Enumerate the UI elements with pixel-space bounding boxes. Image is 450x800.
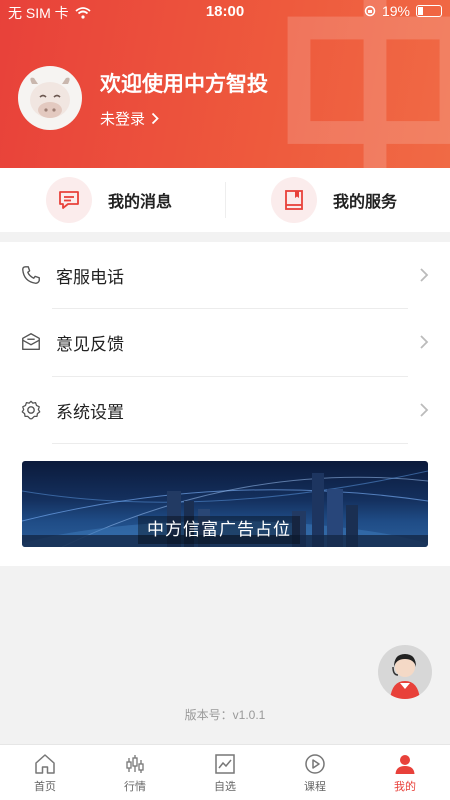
menu-item-feedback[interactable]: 意见反馈	[0, 309, 450, 375]
avatar[interactable]	[18, 66, 82, 130]
bottom-tab-bar: 首页 行情 自选 课程 我的	[0, 744, 450, 800]
message-icon	[46, 177, 92, 223]
tab-watchlist[interactable]: 自选	[180, 745, 270, 800]
my-messages-button[interactable]: 我的消息	[0, 168, 225, 232]
home-icon	[35, 753, 55, 774]
tab-home[interactable]: 首页	[0, 745, 90, 800]
feedback-mail-icon	[22, 333, 40, 351]
chevron-right-icon	[420, 335, 429, 349]
chevron-right-icon	[420, 403, 429, 417]
menu-label-settings: 系统设置	[56, 402, 124, 422]
customer-service-float-button[interactable]	[378, 645, 432, 699]
chevron-right-icon	[420, 268, 429, 282]
welcome-title: 欢迎使用中方智投	[100, 73, 268, 96]
user-icon	[395, 754, 415, 774]
chart-icon	[215, 753, 235, 774]
tab-label-home: 首页	[34, 780, 56, 793]
candlestick-icon	[126, 754, 144, 773]
tab-courses[interactable]: 课程	[270, 745, 360, 800]
cow-avatar-icon	[30, 77, 70, 118]
divider	[52, 443, 408, 444]
tab-label-courses: 课程	[304, 780, 326, 793]
menu-item-customer-service[interactable]: 客服电话	[0, 242, 450, 308]
service-agent-icon	[390, 654, 420, 699]
chevron-right-icon	[151, 112, 159, 125]
version-label: 版本号：v1.0.1	[184, 708, 266, 722]
menu-item-settings[interactable]: 系统设置	[0, 377, 450, 443]
brand-watermark	[287, 0, 450, 168]
my-services-label: 我的服务	[333, 194, 398, 211]
my-messages-label: 我的消息	[108, 194, 173, 211]
login-link[interactable]: 未登录	[100, 108, 159, 129]
tab-label-mine: 我的	[394, 780, 416, 793]
battery-percent: 19%	[381, 3, 410, 19]
quick-actions: 我的消息 我的服务	[0, 168, 450, 232]
gear-icon	[21, 400, 41, 420]
tab-label-watchlist: 自选	[214, 780, 236, 793]
profile-header: 无 SIM 卡 18:00 19% 欢迎使用中方智投 未登录	[0, 0, 450, 168]
login-status-label: 未登录	[100, 111, 146, 128]
rotation-lock-icon	[364, 5, 376, 17]
tab-label-market: 行情	[124, 780, 146, 793]
ad-banner-text: 中方信富广告占位	[138, 516, 300, 544]
status-bar: 无 SIM 卡 18:00 19%	[0, 0, 450, 24]
menu-label-customer-service: 客服电话	[56, 267, 124, 287]
tab-mine[interactable]: 我的	[360, 745, 450, 800]
phone-icon	[22, 266, 40, 284]
menu-label-feedback: 意见反馈	[56, 334, 124, 354]
my-services-button[interactable]: 我的服务	[225, 168, 450, 232]
book-icon	[271, 177, 317, 223]
battery-icon	[416, 5, 442, 17]
tab-market[interactable]: 行情	[90, 745, 180, 800]
play-icon	[305, 753, 325, 774]
